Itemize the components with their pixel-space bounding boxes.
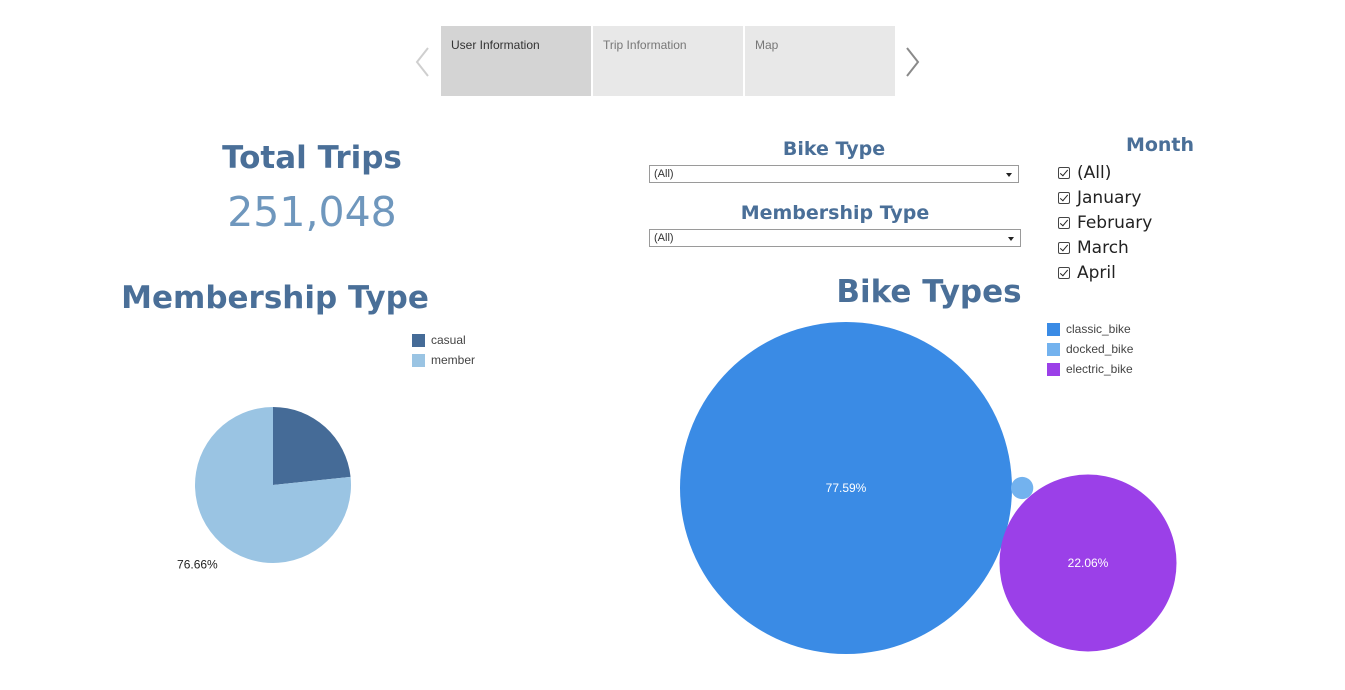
membership-type-filter-title: Membership Type bbox=[740, 202, 930, 224]
chevron-down-icon bbox=[1006, 173, 1012, 177]
total-trips-value: 251,048 bbox=[227, 188, 397, 236]
bubble-docked-bike[interactable] bbox=[1011, 476, 1034, 500]
month-option-label: April bbox=[1077, 263, 1116, 283]
month-filter-title: Month bbox=[1125, 134, 1195, 156]
legend-label: member bbox=[431, 353, 476, 367]
month-option-january[interactable]: January bbox=[1058, 187, 1141, 209]
bubble-data-label: 22.06% bbox=[1068, 556, 1109, 570]
next-story-arrow-icon[interactable] bbox=[900, 44, 924, 80]
story-tab-trip-information[interactable]: Trip Information bbox=[593, 26, 743, 96]
legend-swatch bbox=[412, 333, 425, 347]
bubble-data-label: 77.59% bbox=[826, 481, 867, 495]
bike-types-bubble-chart: 77.59% 22.06% bbox=[680, 322, 1177, 654]
legend-swatch bbox=[412, 353, 425, 367]
legend-label: casual bbox=[431, 333, 466, 347]
checkbox-checked-icon[interactable] bbox=[1058, 192, 1070, 204]
bike-type-filter-title: Bike Type bbox=[782, 138, 886, 160]
story-tab-map[interactable]: Map bbox=[745, 26, 895, 96]
membership-type-dropdown[interactable]: (All) bbox=[649, 229, 1021, 247]
checkbox-checked-icon[interactable] bbox=[1058, 267, 1070, 279]
bike-type-dropdown[interactable]: (All) bbox=[649, 165, 1019, 183]
month-option-label: March bbox=[1077, 238, 1129, 258]
month-option-all[interactable]: (All) bbox=[1058, 162, 1111, 184]
legend-item-casual[interactable]: casual bbox=[412, 333, 466, 347]
bike-type-dropdown-value: (All) bbox=[654, 168, 674, 180]
membership-type-dropdown-value: (All) bbox=[654, 232, 674, 244]
checkbox-checked-icon[interactable] bbox=[1058, 167, 1070, 179]
membership-chart-title: Membership Type bbox=[121, 280, 429, 316]
month-option-label: February bbox=[1077, 213, 1153, 233]
previous-story-arrow-icon[interactable] bbox=[412, 44, 436, 80]
total-trips-title: Total Trips bbox=[222, 140, 402, 176]
month-option-february[interactable]: February bbox=[1058, 212, 1152, 234]
pie-data-label: 76.66% bbox=[177, 557, 218, 571]
legend-item-member[interactable]: member bbox=[412, 353, 475, 367]
story-tab-label: Map bbox=[755, 38, 779, 52]
pie-slice-casual[interactable] bbox=[273, 407, 351, 485]
bike-chart-title: Bike Types bbox=[836, 274, 1022, 310]
story-tab-label: Trip Information bbox=[603, 38, 687, 52]
month-option-march[interactable]: March bbox=[1058, 237, 1129, 259]
story-tab-label: User Information bbox=[451, 38, 540, 52]
membership-pie-chart: 23.34%76.66% bbox=[177, 407, 351, 571]
month-option-april[interactable]: April bbox=[1058, 262, 1116, 284]
month-option-label: January bbox=[1077, 188, 1142, 208]
month-option-label: (All) bbox=[1077, 163, 1112, 183]
chevron-down-icon bbox=[1008, 237, 1014, 241]
story-tab-user-information[interactable]: User Information bbox=[441, 26, 591, 96]
checkbox-checked-icon[interactable] bbox=[1058, 242, 1070, 254]
checkbox-checked-icon[interactable] bbox=[1058, 217, 1070, 229]
